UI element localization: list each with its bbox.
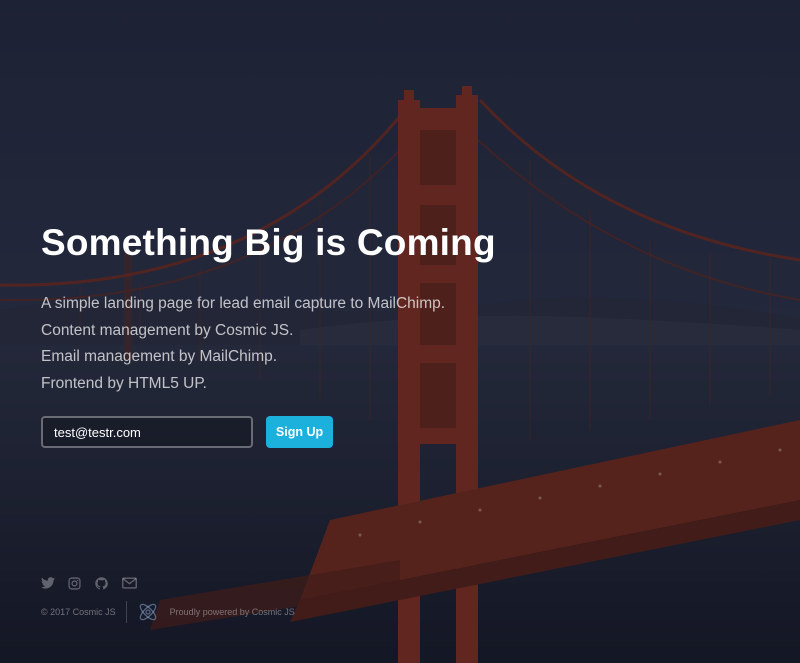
description-line: Content management by Cosmic JS.	[41, 321, 294, 339]
social-links	[41, 577, 149, 591]
site-footer: © 2017 Cosmic JS Proudly powered by Cosm…	[41, 600, 295, 624]
instagram-icon[interactable]	[68, 577, 84, 591]
footer-divider	[125, 601, 127, 623]
description-line: A simple landing page for lead email cap…	[41, 295, 446, 312]
description-line: Frontend by HTML5 UP.	[41, 374, 207, 392]
email-input[interactable]	[41, 416, 253, 448]
signup-button[interactable]: Sign Up	[266, 416, 333, 448]
powered-by-link[interactable]: Proudly powered by Cosmic JS	[170, 607, 295, 617]
email-icon[interactable]	[122, 577, 138, 591]
cosmic-js-logo-icon[interactable]	[136, 600, 160, 624]
github-icon[interactable]	[95, 577, 111, 591]
copyright-text: © 2017 Cosmic JS	[41, 607, 116, 617]
description-line: Email management by MailChimp.	[41, 348, 278, 365]
twitter-icon[interactable]	[41, 577, 57, 591]
signup-form: Sign Up	[41, 416, 333, 448]
hero-description: A simple landing page for lead email cap…	[41, 291, 445, 397]
hero-headline: Something Big is Coming	[41, 222, 496, 263]
